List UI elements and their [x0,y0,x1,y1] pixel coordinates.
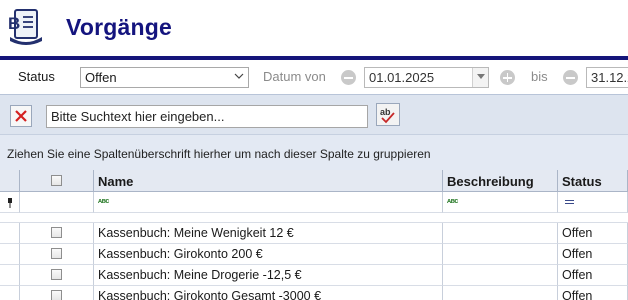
row-indicator [0,223,20,244]
cell-name[interactable]: Kassenbuch: Meine Drogerie -12,5 € [94,265,443,286]
filter-cell-select [20,192,94,213]
cell-status[interactable]: Offen [558,244,628,265]
table-row[interactable]: Kassenbuch: Meine Wenigkeit 12 € Offen [0,223,628,244]
group-by-area[interactable]: Ziehen Sie eine Spaltenüberschrift hierh… [0,134,628,170]
filter-bar: Status Offen Datum von 01.01.2025 bis 31… [0,60,628,94]
svg-text:ab: ab [380,107,391,117]
bill-icon: B [8,9,42,45]
row-checkbox[interactable] [51,248,62,259]
equals-filter-icon[interactable] [565,200,574,204]
date-to-value: 31.12.2 [591,70,628,85]
date-from-label: Datum von [263,69,326,84]
pin-icon [8,198,12,208]
cell-name[interactable]: Kassenbuch: Meine Wenigkeit 12 € [94,223,443,244]
spellcheck-button[interactable]: ab [376,103,400,126]
chevron-down-icon [234,73,244,79]
grid-filter-row: ᴀʙᴄ ᴀʙᴄ [0,192,628,213]
date-from-decrement-button[interactable] [341,70,356,85]
table-row[interactable]: Kassenbuch: Girokonto Gesamt -3000 € Off… [0,286,628,300]
cell-status[interactable]: Offen [558,286,628,300]
table-row[interactable]: Kassenbuch: Girokonto 200 € Offen [0,244,628,265]
search-toolbar: Bitte Suchtext hier eingeben... ab [0,94,628,134]
cell-beschreibung[interactable] [443,223,558,244]
table-row[interactable]: Kassenbuch: Meine Drogerie -12,5 € Offen [0,265,628,286]
filter-cell-beschreibung[interactable]: ᴀʙᴄ [443,192,558,213]
row-checkbox[interactable] [51,290,62,300]
clear-search-button[interactable] [10,105,32,127]
group-hint-text: Ziehen Sie eine Spaltenüberschrift hierh… [7,147,431,161]
row-indicator [0,244,20,265]
cell-status[interactable]: Offen [558,223,628,244]
date-from-input[interactable]: 01.01.2025 [364,67,489,88]
row-checkbox[interactable] [51,227,62,238]
grid-spacer [0,213,628,223]
filter-row-indicator [0,192,20,213]
spellcheck-icon: ab [380,107,395,124]
data-grid: Name Beschreibung Status ᴀʙᴄ ᴀʙᴄ Kassenb… [0,170,628,300]
text-filter-icon[interactable]: ᴀʙᴄ [98,198,109,205]
cell-status[interactable]: Offen [558,265,628,286]
cell-beschreibung[interactable] [443,286,558,300]
cell-name[interactable]: Kassenbuch: Girokonto 200 € [94,244,443,265]
cell-name[interactable]: Kassenbuch: Girokonto Gesamt -3000 € [94,286,443,300]
row-select-cell [20,223,94,244]
filter-cell-name[interactable]: ᴀʙᴄ [94,192,443,213]
date-to-decrement-button[interactable] [563,70,578,85]
header-select-all-cell [20,170,94,192]
date-from-dropdown[interactable] [472,68,488,87]
column-header-beschreibung[interactable]: Beschreibung [443,170,558,192]
close-icon [15,110,27,122]
column-header-name[interactable]: Name [94,170,443,192]
cell-beschreibung[interactable] [443,265,558,286]
chevron-down-icon [477,74,485,79]
date-from-value: 01.01.2025 [369,70,435,85]
grid-header-row: Name Beschreibung Status [0,170,628,192]
column-header-status[interactable]: Status [558,170,628,192]
date-to-label: bis [531,69,548,84]
text-filter-icon[interactable]: ᴀʙᴄ [447,198,458,205]
cell-beschreibung[interactable] [443,244,558,265]
filter-cell-status[interactable] [558,192,628,213]
svg-text:B: B [8,14,20,33]
page-title: Vorgänge [66,14,172,40]
row-indicator [0,286,20,300]
row-checkbox[interactable] [51,269,62,280]
select-all-checkbox[interactable] [51,175,62,186]
row-indicator [0,265,20,286]
status-select-value: Offen [85,70,117,85]
app-header: B Vorgänge [0,0,628,60]
header-indicator-cell [0,170,20,192]
row-select-cell [20,244,94,265]
row-select-cell [20,265,94,286]
search-input[interactable]: Bitte Suchtext hier eingeben... [46,105,368,128]
status-select[interactable]: Offen [80,67,249,88]
date-from-increment-button[interactable] [500,70,515,85]
row-select-cell [20,286,94,300]
date-to-input[interactable]: 31.12.2 [586,67,628,88]
search-placeholder: Bitte Suchtext hier eingeben... [51,109,225,124]
status-label: Status [18,69,55,84]
